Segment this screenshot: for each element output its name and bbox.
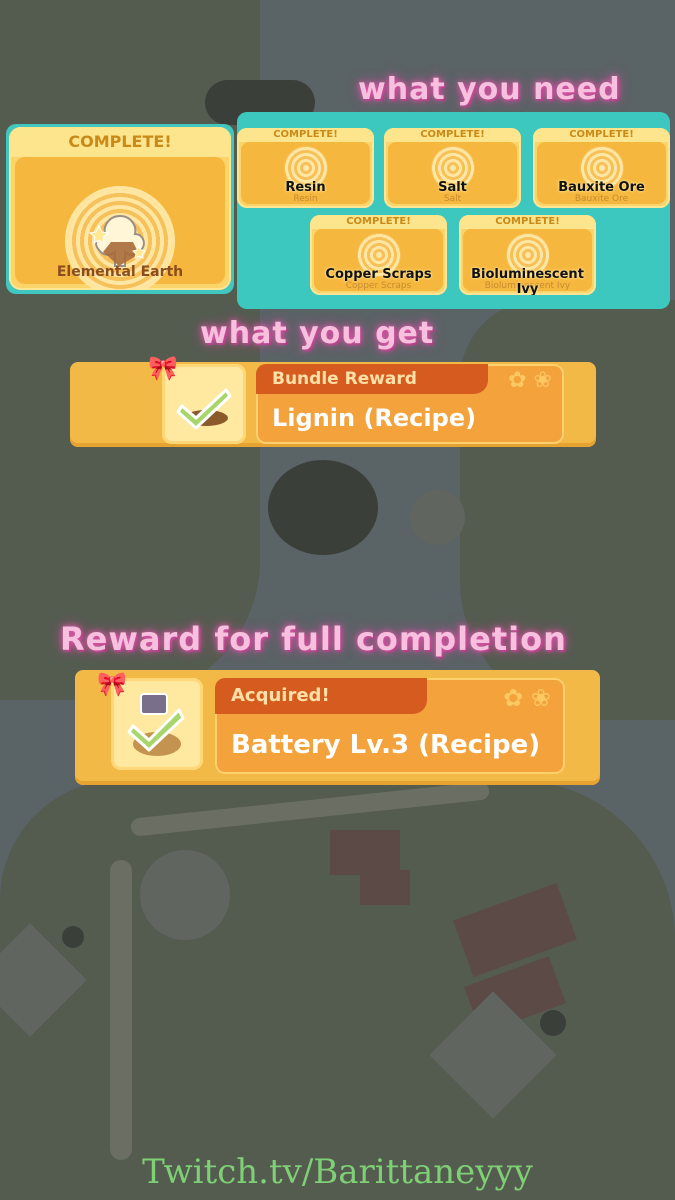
ingredient-status: COMPLETE! — [459, 215, 596, 229]
recipe-check-icon — [176, 388, 232, 430]
bow-icon: 🎀 — [97, 670, 127, 698]
ingredient-status: COMPLETE! — [237, 128, 374, 142]
ingredient-name: Bauxite Ore — [558, 180, 645, 195]
bundle-reward-item: Lignin (Recipe) — [272, 404, 477, 432]
ingredient-ghost-label: Salt — [443, 194, 462, 204]
bundle-reward-info: Bundle Reward Lignin (Recipe) ✿ ❀ — [256, 364, 564, 444]
flower-decoration-icon: ✿ ❀ — [508, 368, 552, 393]
full-reward-tag: Acquired! — [215, 678, 427, 714]
bundle-card[interactable]: COMPLETE! Elemental Earth — [6, 124, 234, 294]
full-reward-item: Battery Lv.3 (Recipe) — [231, 730, 541, 760]
ingredient-name: Salt — [438, 180, 467, 195]
bundle-name: Elemental Earth — [56, 264, 184, 280]
ingredient-ghost-label: Bauxite Ore — [574, 194, 629, 204]
ingredient-card-resin[interactable]: COMPLETE! Resin Resin — [237, 128, 374, 208]
ingredients-panel: COMPLETE! Resin Resin COMPLETE! Salt Sal… — [237, 112, 670, 309]
what-you-get-heading: what you get — [200, 316, 435, 351]
ingredient-name: Resin — [285, 180, 326, 195]
ingredient-ghost-label: Copper Scraps — [345, 281, 412, 291]
bundle-status: COMPLETE! — [68, 132, 172, 151]
ingredient-card-bioluminescent-ivy[interactable]: COMPLETE! Bioluminescent Ivy Bioluminesc… — [459, 215, 596, 295]
ingredient-status: COMPLETE! — [310, 215, 447, 229]
bundle-reward-tag: Bundle Reward — [256, 364, 488, 394]
elemental-earth-icon — [89, 214, 146, 267]
ingredient-card-bauxite-ore[interactable]: COMPLETE! Bauxite Ore Bauxite Ore — [533, 128, 670, 208]
what-you-need-heading: what you need — [358, 72, 621, 107]
bow-icon: 🎀 — [148, 354, 178, 382]
battery-recipe-icon — [127, 693, 185, 756]
bundle-reward-bar[interactable]: 🎀 Bundle Reward Lignin (Recipe) ✿ ❀ — [70, 356, 596, 447]
ingredient-name: Copper Scraps — [325, 267, 432, 282]
ingredient-name: Bioluminescent Ivy — [471, 267, 584, 295]
ingredient-card-copper-scraps[interactable]: COMPLETE! Copper Scraps Copper Scraps — [310, 215, 447, 295]
ingredient-card-salt[interactable]: COMPLETE! Salt Salt — [384, 128, 521, 208]
twitch-link[interactable]: Twitch.tv/Barittaneyyy — [0, 1152, 675, 1192]
flower-decoration-icon: ✿ ❀ — [503, 684, 551, 712]
ingredient-status: COMPLETE! — [533, 128, 670, 142]
ingredient-ghost-label: Resin — [293, 194, 318, 204]
full-completion-heading: Reward for full completion — [60, 620, 567, 658]
full-reward-info: Acquired! Battery Lv.3 (Recipe) ✿ ❀ — [215, 678, 565, 774]
ingredient-status: COMPLETE! — [384, 128, 521, 142]
bundle-card-inner: COMPLETE! Elemental Earth — [9, 127, 231, 290]
full-reward-bar[interactable]: 🎀 Acquired! Battery Lv.3 (Recipe) ✿ ❀ — [75, 670, 600, 785]
